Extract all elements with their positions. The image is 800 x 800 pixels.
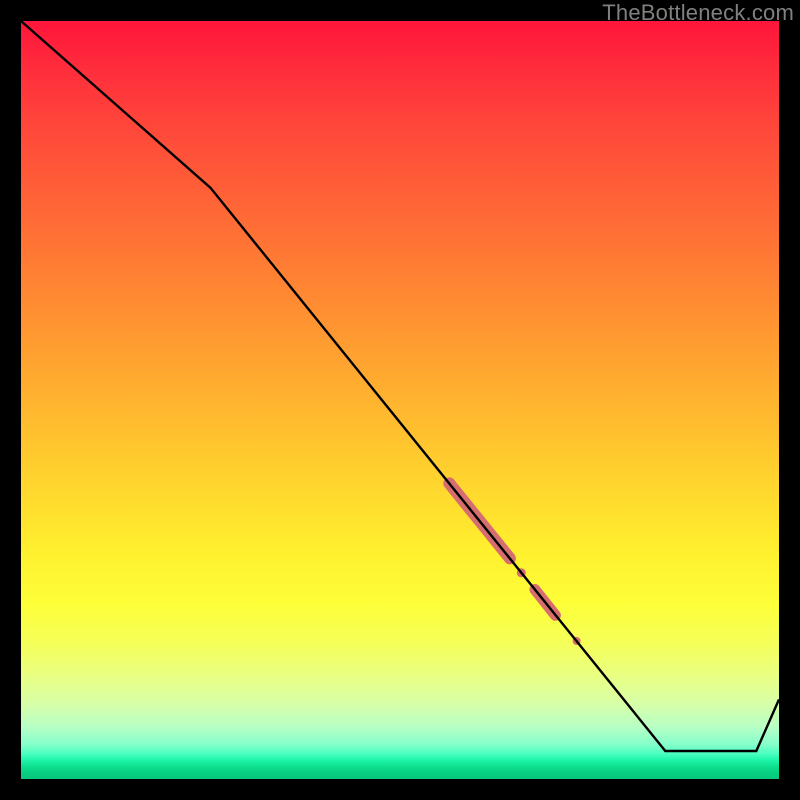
bottleneck-curve: [21, 21, 779, 751]
chart-frame: TheBottleneck.com: [0, 0, 800, 800]
plot-area: [21, 21, 779, 779]
watermark-text: TheBottleneck.com: [602, 0, 794, 26]
curve-svg: [21, 21, 779, 779]
